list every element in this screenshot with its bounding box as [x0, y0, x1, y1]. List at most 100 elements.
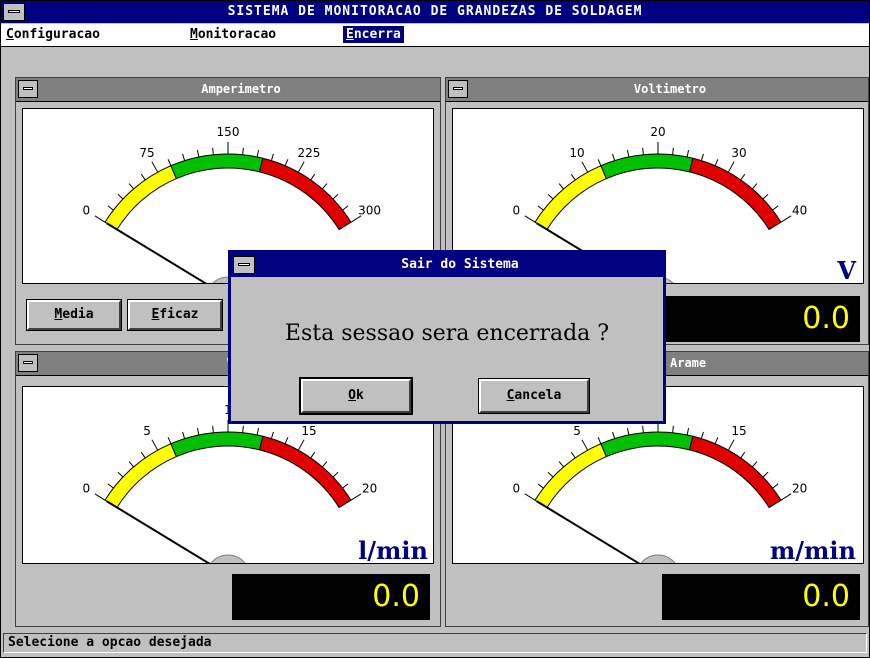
gauge-tick-label: 0 [513, 482, 521, 496]
gauge-tick [94, 493, 106, 501]
gauge-tick [284, 437, 289, 444]
gauge-tick-label: 5 [143, 424, 151, 438]
gauge-tick [714, 159, 719, 166]
gauge-band-green [600, 431, 694, 458]
dialog-title: Sair do Sistema [401, 257, 519, 272]
gauge-band-yellow [534, 443, 608, 509]
gauge-tick [321, 461, 328, 468]
gauge-tick [182, 431, 186, 439]
dialog-message: Esta sessao sera encerrada ? [284, 321, 610, 346]
menu-configuracao[interactable]: Configuracao [3, 26, 103, 43]
gauge-tick [547, 471, 554, 478]
gauge-tick [117, 193, 124, 200]
gauge-tick-label: 20 [792, 482, 807, 496]
gauge-tick [524, 215, 536, 223]
gauge-tick [270, 153, 274, 161]
gauge-needle [106, 500, 211, 563]
gauge-tick [780, 493, 792, 501]
menu-bar: Configuracao Monitoracao Encerra [1, 24, 869, 47]
gauge-tick [332, 471, 339, 478]
menu-monitoracao[interactable]: Monitoracao [187, 26, 279, 43]
gauge-tick [751, 183, 758, 190]
gauge-tick [547, 193, 554, 200]
gauge-tick [762, 471, 769, 478]
dialog-menu-button[interactable] [233, 256, 255, 274]
gauge-tick [342, 205, 349, 211]
gauge-tick [612, 431, 616, 439]
gauge-tick [772, 483, 779, 489]
gauge-tick [212, 147, 214, 155]
gauge-tick-label: 15 [731, 424, 746, 438]
gauge-tick [570, 173, 576, 181]
unit-label: m/min [769, 536, 856, 565]
gauge-tick-label: 15 [301, 424, 316, 438]
gauge-tick [740, 173, 746, 181]
gauge-tick [581, 161, 589, 173]
unit-label: V [837, 256, 856, 285]
gauge-tick-label: 10 [569, 146, 584, 160]
gauge-band-yellow [534, 165, 608, 231]
media-button[interactable]: Media [26, 299, 122, 331]
gauge-tick [128, 183, 135, 190]
gauge-tick [626, 428, 630, 436]
gauge-band-red [688, 157, 782, 231]
gauge-tick [332, 193, 339, 200]
gauge-tick [642, 425, 644, 433]
panel-menu-button[interactable] [18, 80, 38, 98]
gauge-tick [107, 483, 114, 489]
gauge-band-red [258, 435, 352, 509]
gauge-tick-label: 30 [731, 146, 746, 160]
gauge-tick [242, 425, 244, 433]
gauge-tick [350, 493, 362, 501]
gauge-tick [740, 451, 746, 459]
gauge-band-red [688, 435, 782, 509]
gauge-tick [672, 425, 674, 433]
gauge-tick [597, 437, 602, 444]
gauge-tick [626, 150, 630, 158]
gauge-tick [151, 161, 159, 173]
gauge-tick [310, 451, 316, 459]
gauge-tick-label: 75 [139, 146, 154, 160]
menu-encerra[interactable]: Encerra [343, 26, 404, 43]
gauge-tick [140, 451, 146, 459]
gauge-tick [772, 205, 779, 211]
window-title: SISTEMA DE MONITORACAO DE GRANDEZAS DE S… [227, 4, 643, 19]
gauge-tick [117, 471, 124, 478]
panel-menu-button[interactable] [18, 354, 38, 372]
reading-display: 0.0 [662, 296, 860, 342]
gauge-tick-label: 300 [358, 204, 381, 218]
gauge-tick [672, 147, 674, 155]
gauge-tick [570, 451, 576, 459]
gauge-tick [537, 205, 544, 211]
gauge-tick-label: 20 [362, 482, 377, 496]
gauge-tick [686, 428, 690, 436]
reading-display: 0.0 [662, 574, 860, 620]
gauge-tick-label: 0 [83, 204, 91, 218]
dialog-title-bar: Sair do Sistema [231, 253, 663, 277]
gauge-tick [597, 159, 602, 166]
gauge-tick [151, 439, 159, 451]
ok-button[interactable]: Ok [299, 377, 413, 415]
panel-title-bar: Amperimetro [16, 78, 440, 102]
gauge-tick [212, 425, 214, 433]
gauge-band-green [170, 431, 264, 458]
gauge-tick [342, 483, 349, 489]
gauge-hub [210, 554, 246, 563]
gauge-tick [558, 461, 565, 468]
gauge-tick [612, 153, 616, 161]
gauge-tick-label: 150 [217, 125, 240, 139]
gauge-tick [714, 437, 719, 444]
gauge-tick-label: 0 [513, 204, 521, 218]
panel-title: Voltimetro [633, 82, 707, 96]
gauge-tick [284, 159, 289, 166]
eficaz-button[interactable]: Eficaz [127, 299, 223, 331]
gauge-tick-label: 225 [298, 146, 321, 160]
panel-menu-button[interactable] [448, 80, 468, 98]
gauge-tick [270, 431, 274, 439]
gauge-tick [686, 150, 690, 158]
cancel-button[interactable]: Cancela [478, 378, 590, 414]
gauge-band-yellow [104, 165, 178, 231]
gauge-tick [107, 205, 114, 211]
gauge-tick [167, 437, 172, 444]
gauge-tick [310, 173, 316, 181]
